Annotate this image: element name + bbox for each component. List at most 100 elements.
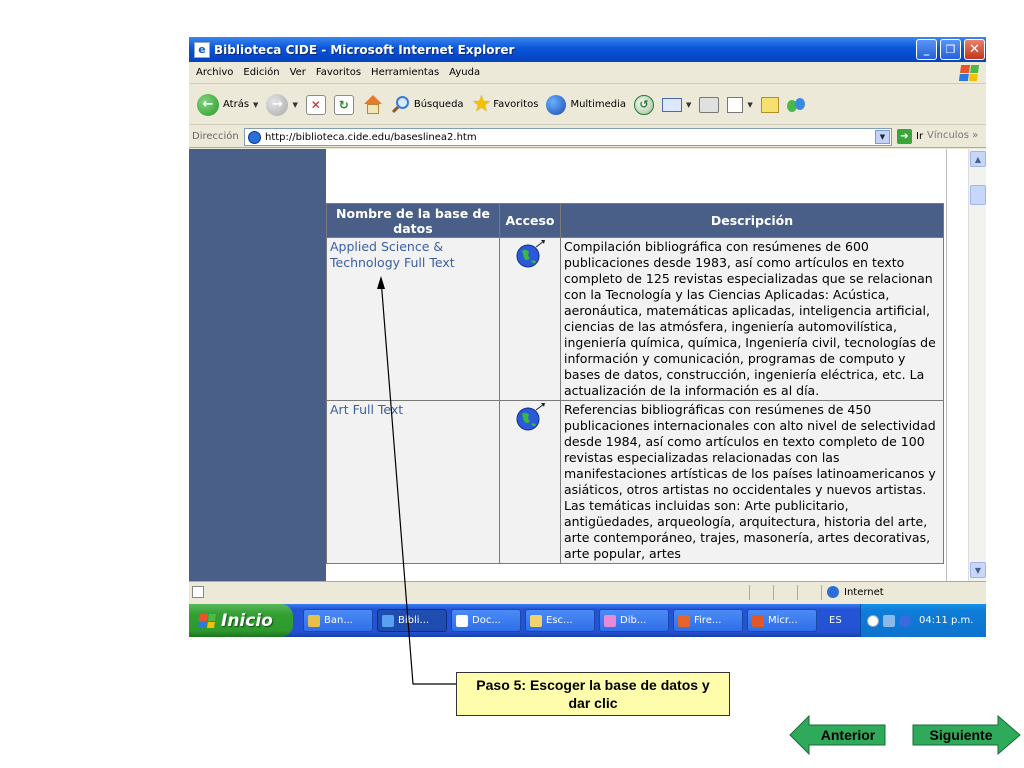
forward-dropdown-icon[interactable]: ▼	[292, 101, 297, 109]
taskbar-item[interactable]: Ban...	[303, 609, 373, 632]
maximize-button[interactable]: ❐	[940, 39, 961, 60]
mail-dropdown-icon[interactable]: ▼	[686, 101, 691, 109]
links-toolbar[interactable]: Vínculos »	[927, 130, 978, 141]
menu-herramientas[interactable]: Herramientas	[371, 67, 439, 78]
instruction-callout: Paso 5: Escoger la base de datos y dar c…	[456, 672, 730, 716]
internet-globe-icon	[827, 586, 839, 598]
globe-access-icon[interactable]	[514, 239, 546, 269]
forward-arrow-icon: →	[266, 93, 289, 116]
mail-button[interactable]: ▼	[662, 97, 691, 112]
forward-button[interactable]: → ▼	[266, 93, 298, 116]
taskbar-item-label: Bibli...	[398, 615, 430, 626]
history-button[interactable]: ↺	[634, 94, 655, 115]
edit-dropdown-icon[interactable]: ▼	[747, 101, 752, 109]
network-icon[interactable]	[883, 614, 895, 627]
header-access: Acceso	[499, 203, 561, 238]
taskbar-item[interactable]: Fire...	[673, 609, 743, 632]
description-cell: Compilación bibliográfica con resúmenes …	[560, 237, 944, 401]
tray-expand-icon[interactable]	[867, 614, 879, 627]
menu-ayuda[interactable]: Ayuda	[449, 67, 480, 78]
previous-label: Anterior	[820, 727, 876, 743]
favorites-button[interactable]: ★ Favoritos	[472, 93, 539, 115]
taskbar-app-icon	[308, 614, 320, 627]
table-header-row: Nombre de la base de datos Acceso Descri…	[326, 203, 944, 238]
taskbar-app-icon	[678, 614, 690, 627]
table-row: Applied Science & Technology Full Text C…	[326, 237, 944, 401]
description-cell: Referencias bibliográficas con resúmenes…	[560, 400, 944, 564]
taskbar: Inicio Ban... Bibli... Doc... Esc... Dib... F…	[189, 604, 986, 637]
windows-logo-icon	[958, 65, 980, 81]
refresh-button[interactable]: ↻	[333, 94, 354, 115]
window-title: Biblioteca CIDE - Microsoft Internet Exp…	[214, 42, 515, 57]
close-button[interactable]: ✕	[964, 39, 985, 60]
address-dropdown-icon[interactable]: ▼	[875, 130, 890, 144]
multimedia-label: Multimedia	[570, 99, 627, 110]
access-cell	[499, 400, 561, 564]
taskbar-app-icon	[382, 614, 394, 627]
multimedia-button[interactable]: Multimedia	[546, 94, 627, 115]
header-database-name: Nombre de la base de datos	[326, 203, 500, 238]
taskbar-item[interactable]: Esc...	[525, 609, 595, 632]
previous-button[interactable]: Anterior	[789, 715, 899, 755]
page-favicon-icon	[248, 130, 261, 144]
printer-icon	[699, 96, 720, 113]
print-button[interactable]	[699, 96, 720, 113]
mail-envelope-icon	[662, 97, 683, 112]
header-description: Descripción	[560, 203, 944, 238]
clock[interactable]: 04:11 p.m.	[919, 615, 973, 626]
zone-label: Internet	[844, 586, 884, 598]
globe-access-icon[interactable]	[514, 402, 546, 432]
folder-icon	[760, 96, 779, 113]
scroll-thumb[interactable]	[970, 185, 986, 205]
scroll-up-icon[interactable]: ▲	[970, 151, 986, 167]
system-tray: 04:11 p.m.	[860, 604, 986, 637]
taskbar-app-icon	[604, 614, 616, 627]
go-arrow-icon: ➔	[897, 129, 912, 144]
history-clock-icon: ↺	[634, 94, 655, 115]
go-button[interactable]: ➔ Ir	[897, 129, 923, 144]
menu-archivo[interactable]: Archivo	[196, 67, 233, 78]
address-url: http://biblioteca.cide.edu/baseslinea2.h…	[265, 131, 477, 143]
taskbar-app-icon	[456, 614, 468, 627]
menu-ver[interactable]: Ver	[290, 67, 306, 78]
ie-page-icon: e	[194, 41, 210, 58]
next-button[interactable]: Siguiente	[912, 715, 1022, 755]
databases-table: Nombre de la base de datos Acceso Descri…	[326, 203, 944, 564]
minimize-button[interactable]: _	[916, 39, 937, 60]
scroll-down-icon[interactable]: ▼	[970, 562, 986, 578]
status-divider	[749, 585, 750, 600]
database-link-applied-science[interactable]: Applied Science & Technology Full Text	[330, 239, 455, 270]
edit-button[interactable]: ▼	[727, 96, 753, 113]
back-dropdown-icon[interactable]: ▼	[253, 101, 258, 109]
home-button[interactable]	[362, 94, 384, 115]
taskbar-item-label: Micr...	[768, 615, 798, 626]
page-content: Nombre de la base de datos Acceso Descri…	[189, 149, 968, 581]
page-status-icon	[192, 586, 204, 598]
discuss-button[interactable]	[760, 96, 779, 113]
taskbar-item[interactable]: Bibli...	[377, 609, 447, 632]
title-bar[interactable]: e Biblioteca CIDE - Microsoft Internet E…	[189, 37, 986, 62]
back-arrow-icon: ←	[197, 93, 219, 116]
security-zone: Internet	[827, 586, 884, 598]
menu-edicion[interactable]: Edición	[243, 67, 279, 78]
taskbar-item[interactable]: Micr...	[747, 609, 817, 632]
menu-favoritos[interactable]: Favoritos	[316, 67, 361, 78]
volume-icon[interactable]	[899, 614, 911, 627]
back-button[interactable]: ← Atrás ▼	[197, 93, 258, 116]
database-link-art-full-text[interactable]: Art Full Text	[330, 402, 403, 417]
task-items: Ban... Bibli... Doc... Esc... Dib... Fire... M…	[299, 609, 817, 632]
stop-button[interactable]: ✕	[305, 94, 326, 115]
search-button[interactable]: Búsqueda	[391, 95, 464, 114]
taskbar-item[interactable]: Doc...	[451, 609, 521, 632]
database-name-cell: Art Full Text	[326, 400, 500, 564]
status-divider	[773, 585, 774, 600]
messenger-people-icon	[786, 96, 807, 114]
next-label: Siguiente	[929, 727, 993, 743]
language-indicator[interactable]: ES	[829, 615, 842, 626]
vertical-scrollbar[interactable]: ▲ ▼	[968, 149, 986, 581]
start-label: Inicio	[221, 610, 273, 631]
taskbar-item[interactable]: Dib...	[599, 609, 669, 632]
messenger-button[interactable]	[786, 96, 807, 114]
address-input[interactable]: http://biblioteca.cide.edu/baseslinea2.h…	[244, 128, 892, 146]
start-button[interactable]: Inicio	[189, 604, 293, 637]
